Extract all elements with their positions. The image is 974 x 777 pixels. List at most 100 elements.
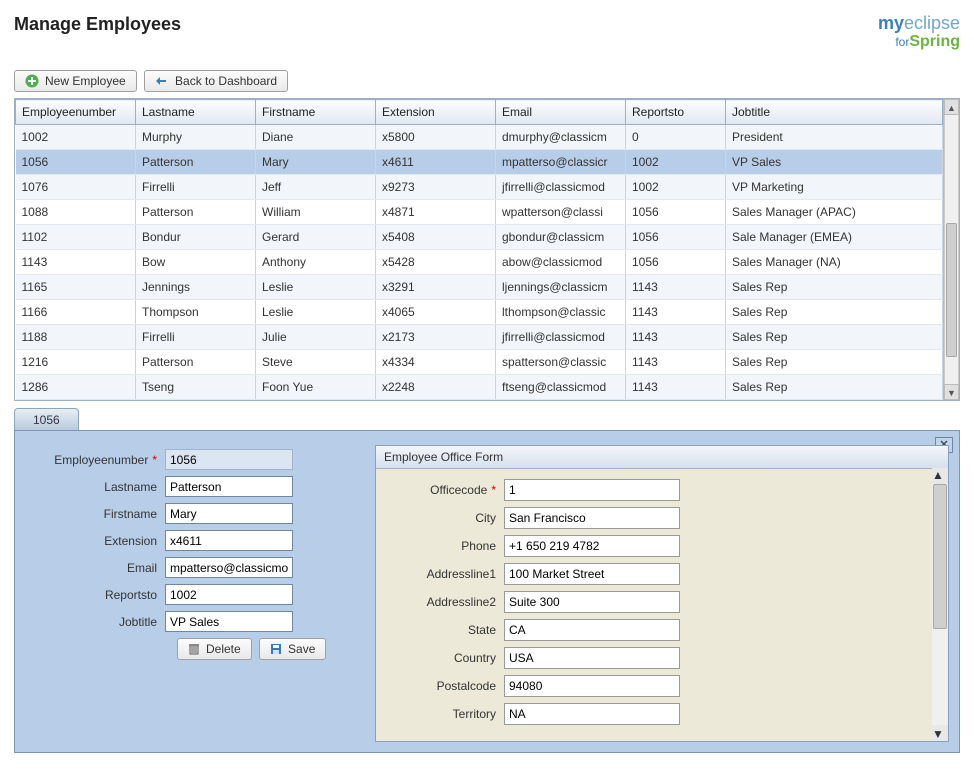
employee-form: Employeenumber* Lastname Firstname Exten… xyxy=(25,445,375,742)
label-reportsto: Reportsto xyxy=(25,588,157,602)
new-employee-button[interactable]: New Employee xyxy=(14,70,137,92)
table-cell: 1143 xyxy=(626,275,726,300)
input-lastname[interactable] xyxy=(165,476,293,497)
label-city: City xyxy=(386,511,496,525)
table-row[interactable]: 1165JenningsLesliex3291ljennings@classic… xyxy=(16,275,959,300)
label-country: Country xyxy=(386,651,496,665)
table-cell: Jeff xyxy=(256,175,376,200)
column-header[interactable]: Employeenumber xyxy=(16,100,136,125)
table-cell: Diane xyxy=(256,125,376,150)
input-country[interactable] xyxy=(504,647,680,669)
table-cell: mpatterso@classicr xyxy=(496,150,626,175)
input-addressline2[interactable] xyxy=(504,591,680,613)
column-header[interactable]: Jobtitle xyxy=(726,100,943,125)
table-row[interactable]: 1188FirrelliJuliex2173jfirrelli@classicm… xyxy=(16,325,959,350)
input-territory[interactable] xyxy=(504,703,680,725)
table-row[interactable]: 1286TsengFoon Yuex2248ftseng@classicmod1… xyxy=(16,375,959,400)
table-row[interactable]: 1102BondurGerardx5408gbondur@classicm105… xyxy=(16,225,959,250)
label-lastname: Lastname xyxy=(25,480,157,494)
scroll-thumb[interactable] xyxy=(946,223,957,358)
column-header[interactable]: Extension xyxy=(376,100,496,125)
column-header[interactable]: Firstname xyxy=(256,100,376,125)
input-phone[interactable] xyxy=(504,535,680,557)
employee-grid: EmployeenumberLastnameFirstnameExtension… xyxy=(14,98,960,401)
table-row[interactable]: 1076FirrelliJeffx9273jfirrelli@classicmo… xyxy=(16,175,959,200)
table-cell: Julie xyxy=(256,325,376,350)
table-cell: Sales Rep xyxy=(726,275,943,300)
table-cell: Tseng xyxy=(136,375,256,400)
table-cell: Sales Rep xyxy=(726,375,943,400)
column-header[interactable]: Reportsto xyxy=(626,100,726,125)
table-cell: ljennings@classicm xyxy=(496,275,626,300)
scroll-up-icon[interactable]: ▲ xyxy=(944,99,959,115)
new-employee-label: New Employee xyxy=(45,74,126,88)
table-cell: 1166 xyxy=(16,300,136,325)
table-cell: Sales Rep xyxy=(726,300,943,325)
input-officecode[interactable] xyxy=(504,479,680,501)
table-cell: x9273 xyxy=(376,175,496,200)
table-row[interactable]: 1088PattersonWilliamx4871wpatterson@clas… xyxy=(16,200,959,225)
label-jobtitle: Jobtitle xyxy=(25,615,157,629)
table-cell: Foon Yue xyxy=(256,375,376,400)
table-cell: Patterson xyxy=(136,350,256,375)
table-cell: 0 xyxy=(626,125,726,150)
table-row[interactable]: 1056PattersonMaryx4611mpatterso@classicr… xyxy=(16,150,959,175)
table-cell: 1216 xyxy=(16,350,136,375)
table-cell: VP Marketing xyxy=(726,175,943,200)
input-extension[interactable] xyxy=(165,530,293,551)
save-button[interactable]: Save xyxy=(259,638,326,660)
table-cell: Mary xyxy=(256,150,376,175)
column-header[interactable]: Lastname xyxy=(136,100,256,125)
input-city[interactable] xyxy=(504,507,680,529)
label-postalcode: Postalcode xyxy=(386,679,496,693)
table-cell: x5408 xyxy=(376,225,496,250)
table-cell: Patterson xyxy=(136,150,256,175)
grid-scrollbar[interactable]: ▲ ▼ xyxy=(943,99,959,400)
label-territory: Territory xyxy=(386,707,496,721)
input-employeenumber[interactable] xyxy=(165,449,293,470)
input-firstname[interactable] xyxy=(165,503,293,524)
table-cell: 1076 xyxy=(16,175,136,200)
input-state[interactable] xyxy=(504,619,680,641)
table-cell: Bow xyxy=(136,250,256,275)
input-reportsto[interactable] xyxy=(165,584,293,605)
scroll-up-icon[interactable]: ▲ xyxy=(932,468,948,482)
back-to-dashboard-button[interactable]: Back to Dashboard xyxy=(144,70,288,92)
detail-tab[interactable]: 1056 xyxy=(14,408,79,431)
table-cell: Sales Manager (NA) xyxy=(726,250,943,275)
scroll-down-icon[interactable]: ▼ xyxy=(932,727,948,741)
table-cell: x4065 xyxy=(376,300,496,325)
column-header[interactable]: Email xyxy=(496,100,626,125)
back-arrow-icon xyxy=(155,74,169,88)
input-email[interactable] xyxy=(165,557,293,578)
table-cell: x3291 xyxy=(376,275,496,300)
table-cell: jfirrelli@classicmod xyxy=(496,325,626,350)
input-jobtitle[interactable] xyxy=(165,611,293,632)
table-cell: abow@classicmod xyxy=(496,250,626,275)
logo-brand: myeclipse forSpring xyxy=(878,14,960,50)
office-scrollbar[interactable]: ▲ ▼ xyxy=(932,468,948,741)
table-cell: VP Sales xyxy=(726,150,943,175)
table-cell: Anthony xyxy=(256,250,376,275)
label-phone: Phone xyxy=(386,539,496,553)
plus-icon xyxy=(25,74,39,88)
label-officecode: Officecode* xyxy=(386,483,496,497)
table-cell: spatterson@classic xyxy=(496,350,626,375)
table-row[interactable]: 1143BowAnthonyx5428abow@classicmod1056Sa… xyxy=(16,250,959,275)
table-cell: Jennings xyxy=(136,275,256,300)
table-cell: 1143 xyxy=(626,325,726,350)
input-addressline1[interactable] xyxy=(504,563,680,585)
delete-button[interactable]: Delete xyxy=(177,638,252,660)
table-row[interactable]: 1002MurphyDianex5800dmurphy@classicm0Pre… xyxy=(16,125,959,150)
scroll-down-icon[interactable]: ▼ xyxy=(944,384,959,400)
label-employeenumber: Employeenumber* xyxy=(25,453,157,467)
table-row[interactable]: 1216PattersonStevex4334spatterson@classi… xyxy=(16,350,959,375)
table-row[interactable]: 1166ThompsonLesliex4065lthompson@classic… xyxy=(16,300,959,325)
scroll-thumb[interactable] xyxy=(933,484,947,629)
toolbar: New Employee Back to Dashboard xyxy=(14,70,960,92)
table-cell: wpatterson@classi xyxy=(496,200,626,225)
input-postalcode[interactable] xyxy=(504,675,680,697)
table-cell: x4611 xyxy=(376,150,496,175)
table-cell: Sale Manager (EMEA) xyxy=(726,225,943,250)
office-form-panel: Employee Office Form Officecode* City Ph… xyxy=(375,445,949,742)
